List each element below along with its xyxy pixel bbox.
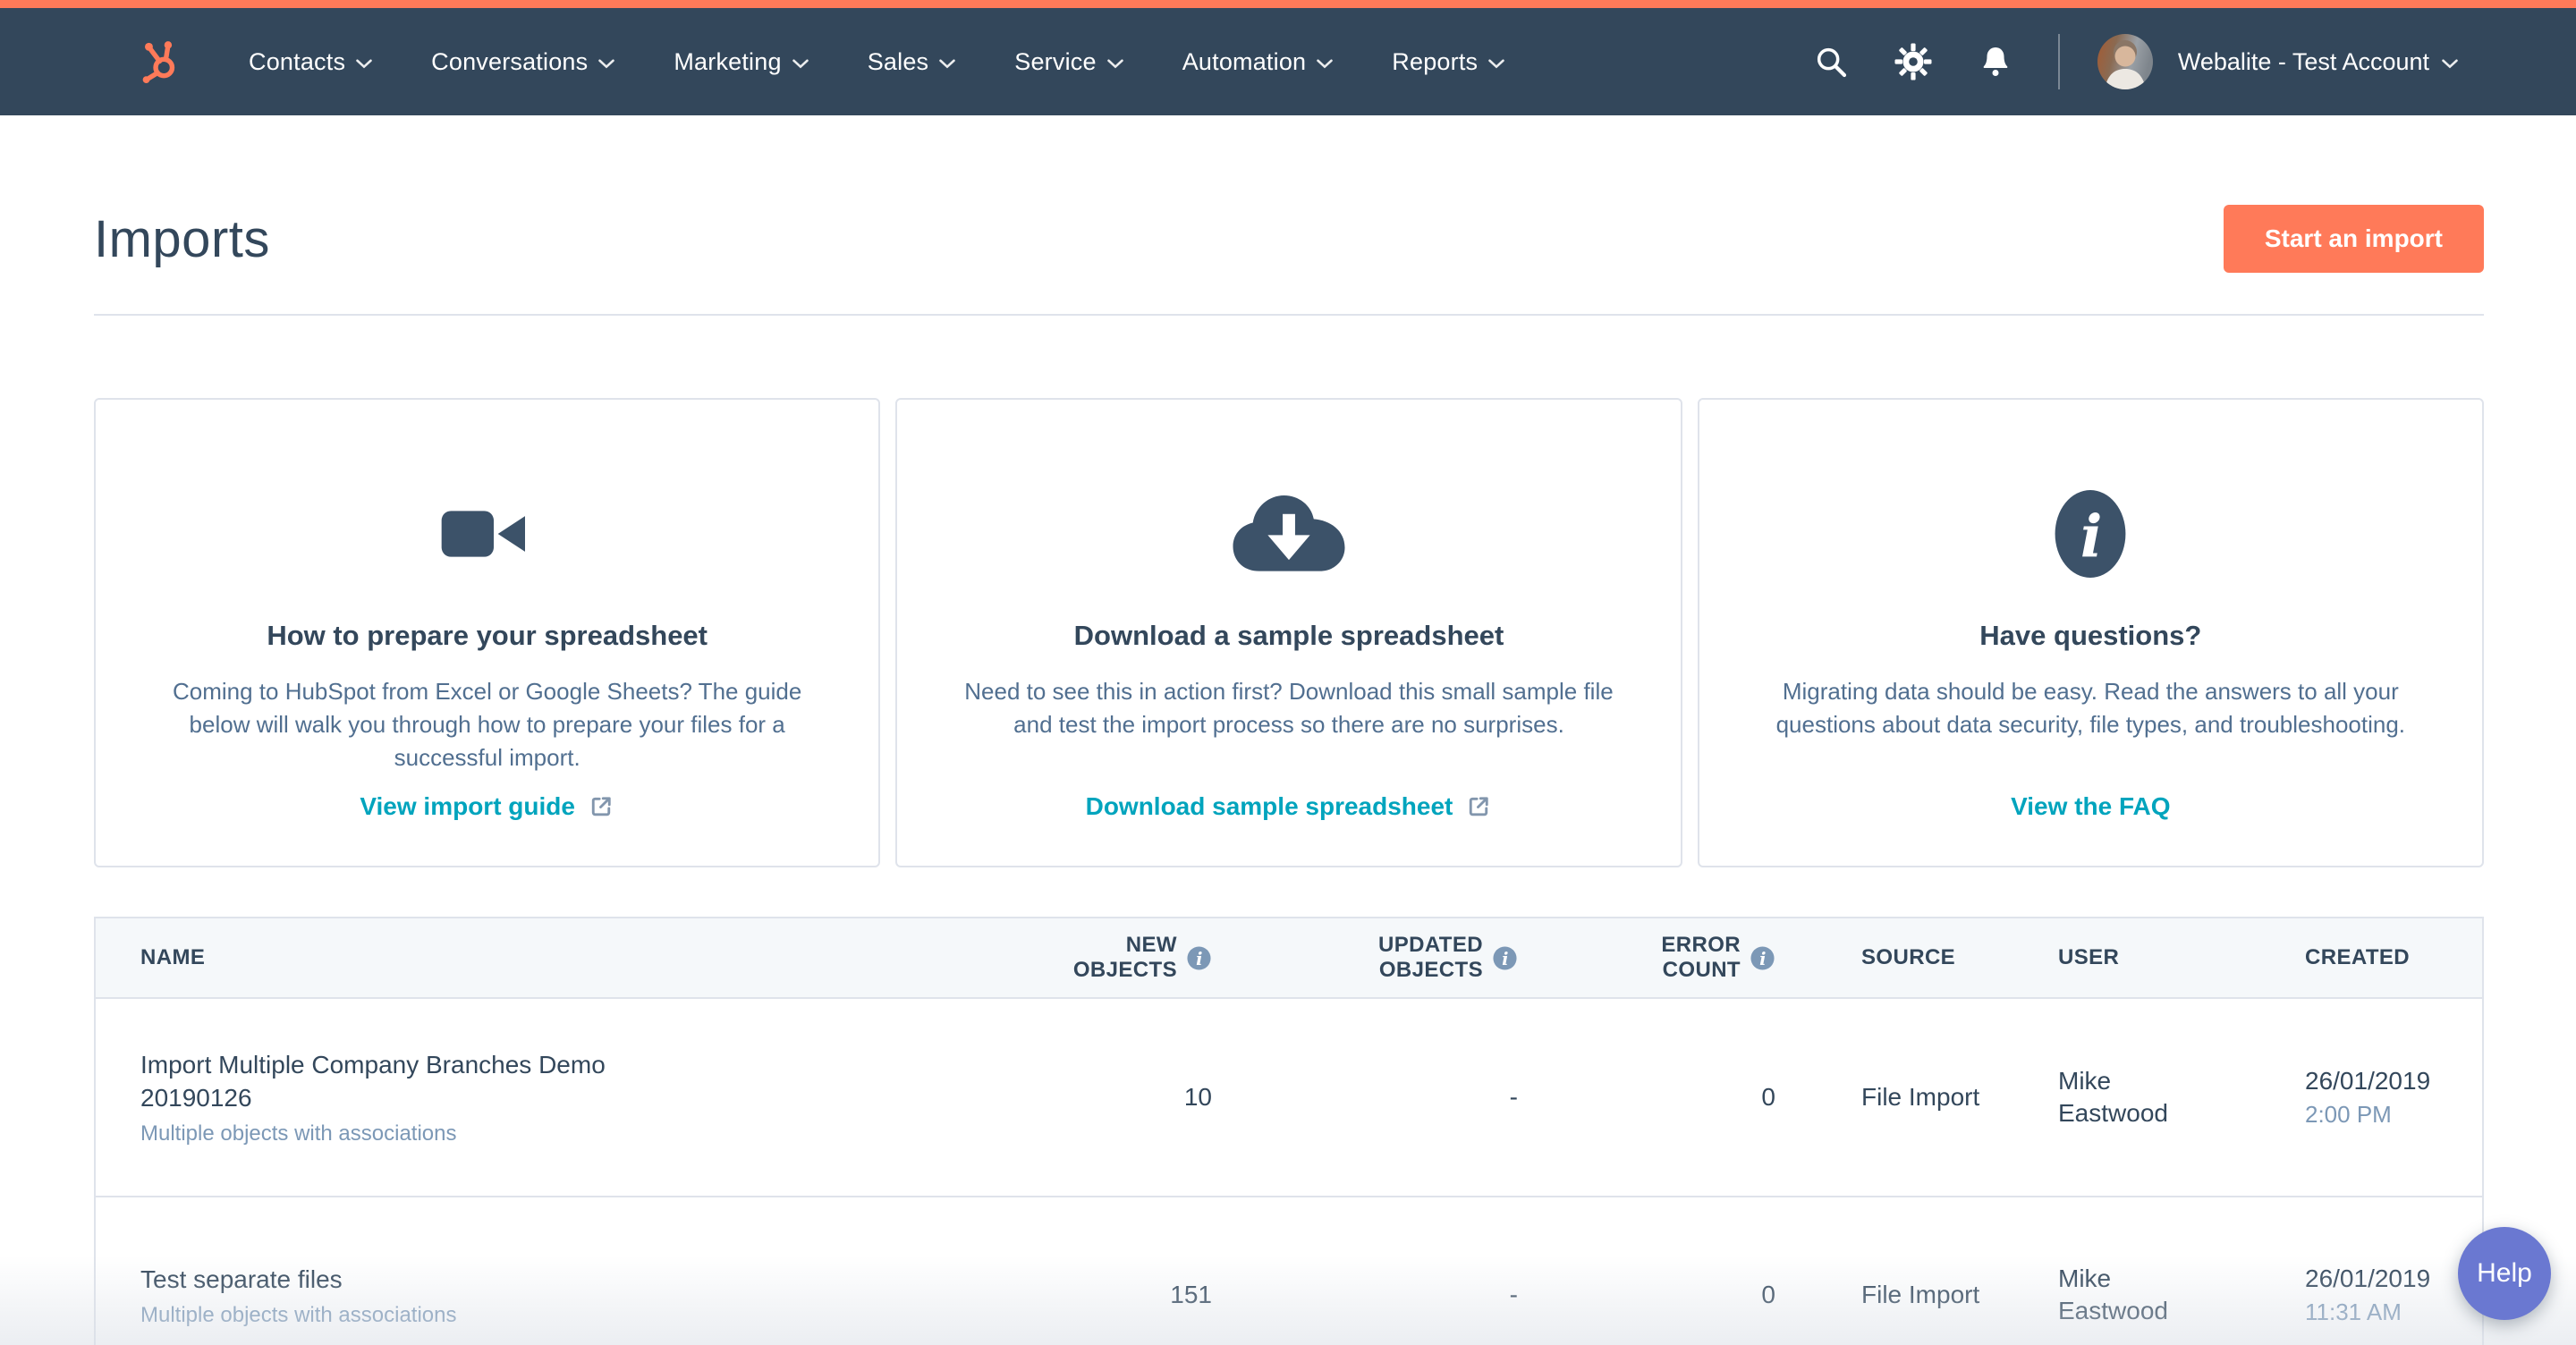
user-value: Mike Eastwood: [2058, 1067, 2168, 1127]
info-tooltip-icon[interactable]: i: [1186, 945, 1212, 971]
start-import-button[interactable]: Start an import: [2223, 205, 2484, 273]
account-menu[interactable]: Webalite - Test Account: [2178, 48, 2458, 76]
help-button[interactable]: Help: [2458, 1227, 2551, 1320]
table-header-row: NAME NEW OBJECTS i UPDATED OBJECTS i ERR…: [96, 918, 2482, 999]
top-navigation: Contacts Conversations Marketing Sales S…: [0, 8, 2576, 115]
card-sample-spreadsheet: Download a sample spreadsheet Need to se…: [895, 398, 1682, 867]
nav-item-service[interactable]: Service: [1014, 48, 1123, 76]
column-header-created: CREATED: [2305, 945, 2411, 969]
card-title: Download a sample spreadsheet: [1073, 620, 1504, 651]
column-header-error-count: ERROR COUNT i: [1545, 933, 1804, 983]
column-header-source: SOURCE: [1861, 945, 1956, 969]
chevron-down-icon: [1317, 58, 1334, 68]
chevron-down-icon: [1488, 58, 1505, 68]
info-icon: i: [2052, 487, 2129, 580]
settings-gear-icon[interactable]: [1890, 38, 1936, 85]
card-title: Have questions?: [1979, 620, 2202, 651]
nav-item-sales[interactable]: Sales: [868, 48, 956, 76]
nav-item-conversations[interactable]: Conversations: [431, 48, 615, 76]
imports-table: NAME NEW OBJECTS i UPDATED OBJECTS i ERR…: [94, 917, 2484, 1345]
account-name: Webalite - Test Account: [2177, 47, 2429, 75]
updated-objects-value: -: [1509, 1083, 1518, 1111]
hubspot-sprocket-logo[interactable]: [138, 37, 184, 87]
column-header-updated-objects: UPDATED OBJECTS i: [1223, 933, 1545, 983]
topbar-right: Webalite - Test Account: [1808, 34, 2458, 89]
new-objects-value: 10: [1183, 1083, 1212, 1111]
table-row: Test separate files Multiple objects wit…: [96, 1196, 2482, 1345]
card-body: Migrating data should be easy. Read the …: [1775, 678, 2406, 738]
chevron-down-icon: [939, 58, 956, 68]
card-title: How to prepare your spreadsheet: [267, 620, 708, 651]
svg-text:i: i: [1759, 948, 1767, 969]
column-header-new-objects: NEW OBJECTS i: [1044, 933, 1223, 983]
main-content: Imports Start an import How to prepare y…: [94, 205, 2484, 1345]
column-header-name: NAME: [140, 945, 206, 969]
created-time: 11:31 AM: [2305, 1298, 2402, 1325]
chevron-down-icon: [356, 58, 372, 68]
error-count-value: 0: [1761, 1083, 1775, 1111]
nav-divider: [2057, 34, 2060, 89]
table-row: Import Multiple Company Branches Demo 20…: [96, 999, 2482, 1196]
source-value: File Import: [1861, 1281, 1980, 1308]
created-date: 26/01/2019: [2305, 1066, 2431, 1095]
video-icon: [437, 487, 538, 580]
new-objects-value: 151: [1170, 1281, 1212, 1308]
nav-item-reports[interactable]: Reports: [1392, 48, 1505, 76]
import-type: Multiple objects with associations: [140, 1302, 457, 1327]
header-divider: [94, 314, 2484, 316]
nav-item-marketing[interactable]: Marketing: [674, 48, 809, 76]
source-value: File Import: [1861, 1083, 1980, 1111]
import-name: Import Multiple Company Branches Demo 20…: [140, 1051, 606, 1112]
external-link-icon: [591, 797, 611, 816]
search-icon[interactable]: [1808, 38, 1854, 85]
import-name: Test separate files: [140, 1265, 343, 1293]
download-sample-link[interactable]: Download sample spreadsheet: [1086, 792, 1493, 821]
created-time: 2:00 PM: [2305, 1100, 2392, 1128]
notifications-bell-icon[interactable]: [1972, 38, 2019, 85]
page-header: Imports Start an import: [94, 205, 2484, 273]
card-body: Coming to HubSpot from Excel or Google S…: [172, 678, 802, 771]
card-have-questions: i Have questions? Migrating data should …: [1697, 398, 2484, 867]
primary-nav: Contacts Conversations Marketing Sales S…: [249, 48, 1505, 76]
info-tooltip-icon[interactable]: i: [1750, 945, 1775, 971]
external-link-icon: [1470, 797, 1489, 816]
svg-text:i: i: [2080, 503, 2103, 571]
chevron-down-icon: [792, 58, 809, 68]
user-value: Mike Eastwood: [2058, 1265, 2168, 1324]
help-cards: How to prepare your spreadsheet Coming t…: [94, 398, 2484, 867]
chevron-down-icon: [598, 58, 615, 68]
import-type: Multiple objects with associations: [140, 1121, 457, 1146]
info-tooltip-icon[interactable]: i: [1492, 945, 1518, 971]
error-count-value: 0: [1761, 1281, 1775, 1308]
brand-accent-bar: [0, 0, 2576, 8]
svg-text:i: i: [1502, 948, 1509, 969]
page-title: Imports: [94, 209, 270, 268]
chevron-down-icon: [2442, 58, 2458, 68]
card-prepare-spreadsheet: How to prepare your spreadsheet Coming t…: [94, 398, 881, 867]
user-avatar[interactable]: [2097, 34, 2153, 89]
cloud-download-icon: [1226, 487, 1352, 580]
column-header-user: USER: [2058, 945, 2120, 969]
chevron-down-icon: [1106, 58, 1123, 68]
svg-text:i: i: [1196, 948, 1203, 969]
view-import-guide-link[interactable]: View import guide: [360, 792, 614, 821]
updated-objects-value: -: [1509, 1281, 1518, 1308]
nav-item-automation[interactable]: Automation: [1182, 48, 1334, 76]
card-body: Need to see this in action first? Downlo…: [964, 678, 1614, 738]
view-faq-link[interactable]: View the FAQ: [2011, 792, 2170, 821]
created-date: 26/01/2019: [2305, 1264, 2431, 1292]
nav-item-contacts[interactable]: Contacts: [249, 48, 372, 76]
